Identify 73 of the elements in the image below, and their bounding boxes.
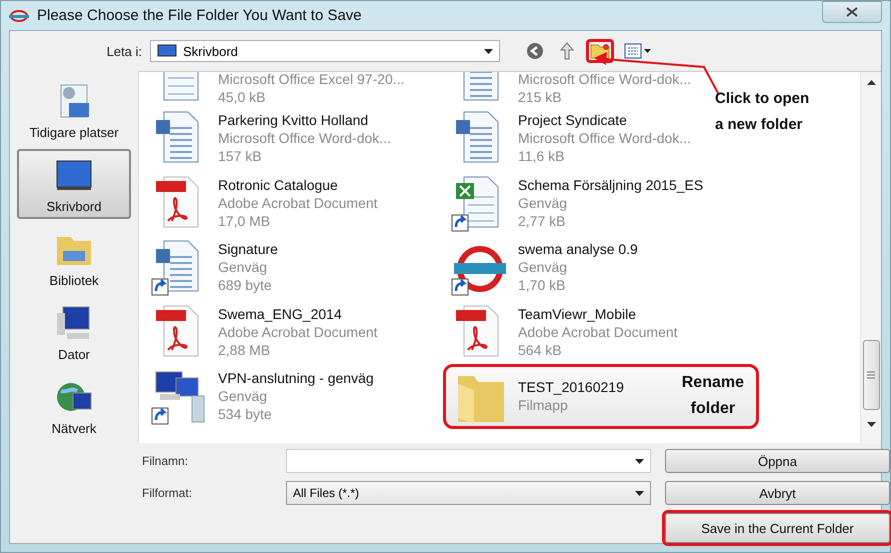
file-type: Microsoft Office Word-dok...	[518, 129, 691, 148]
sidebar-item[interactable]: Tidigare platser	[17, 75, 131, 145]
file-size: 534 byte	[218, 405, 273, 424]
annotation-text: Rename folder	[682, 373, 744, 420]
filename-label: Filnamn:	[142, 454, 190, 468]
file-item[interactable]: VPN-anslutning - genväg Genväg 534 byte	[143, 364, 381, 428]
file-item[interactable]: Signature Genväg 689 byte	[143, 235, 285, 300]
sidebar-item[interactable]: Bibliotek	[17, 223, 131, 293]
file-size: 1,70 kB	[518, 276, 566, 294]
file-item[interactable]: TeamViewr_Mobile Adobe Acrobat Document 564 kB	[443, 300, 685, 364]
open-button[interactable]: Öppna	[665, 449, 890, 473]
file-name: TEST_20160219	[518, 378, 624, 396]
file-size: 564 kB	[518, 340, 563, 359]
file-type: Genväg	[518, 194, 568, 212]
file-size: 215 kB	[518, 88, 563, 106]
file-item[interactable]: Schema Försäljning 2015_ES Genväg 2,77 kB	[443, 170, 710, 235]
file-type: Adobe Acrobat Document	[518, 322, 678, 341]
file-type: Genväg	[218, 258, 268, 276]
file-item[interactable]: Swema_ENG_2014 Adobe Acrobat Document 2,88 MB	[143, 300, 385, 364]
close-icon	[846, 6, 858, 16]
close-button[interactable]	[822, 0, 882, 22]
dropdown-caret-icon	[635, 458, 644, 464]
file-type: Microsoft Office Word-dok...	[218, 129, 391, 148]
file-type: Genväg	[218, 387, 268, 406]
dropdown-caret-icon	[484, 48, 493, 54]
cancel-button[interactable]: Avbryt	[665, 481, 890, 505]
file-size: 11,6 kB	[518, 147, 566, 166]
file-type: Microsoft Office Excel 97-20...	[218, 72, 404, 88]
location-dropdown[interactable]: Skrivbord	[150, 40, 500, 62]
file-name: VPN-anslutning - genväg	[218, 369, 374, 388]
grip-icon	[867, 371, 875, 379]
file-item[interactable]: Project Syndicate Microsoft Office Word-dok... 11,6 kB	[443, 106, 698, 170]
filename-field[interactable]	[286, 449, 651, 473]
file-type: Adobe Acrobat Document	[218, 194, 378, 212]
file-size: 2,88 MB	[218, 340, 272, 359]
file-name: swema analyse 0.9	[518, 240, 638, 258]
scroll-down-icon	[866, 422, 876, 427]
sidebar-item[interactable]: Nätverk	[17, 371, 131, 441]
annotation-text: Click to open a new folder	[715, 89, 810, 135]
file-item[interactable]: TEST_20160219 Filmapp Rename folder	[443, 364, 759, 428]
sidebar-item[interactable]: Dator	[17, 297, 131, 367]
file-type: Filmapp	[518, 396, 569, 414]
file-name: Parkering Kvitto Holland	[218, 111, 370, 130]
file-format-dropdown[interactable]: All Files (*.*)	[286, 481, 651, 505]
save-button[interactable]: Save in the Current Folder	[665, 513, 890, 543]
file-size: 689 byte	[218, 276, 273, 294]
grid-view-icon	[624, 43, 652, 59]
file-name: Schema Försäljning 2015_ES	[518, 176, 704, 194]
file-item[interactable]: Parkering Kvitto Holland Microsoft Office Word-dok... 157 kB	[143, 106, 398, 170]
file-name: Project Syndicate	[518, 111, 628, 130]
file-size: 45,0 kB	[218, 88, 266, 106]
monitor-icon	[157, 44, 177, 58]
file-size: 17,0 MB	[218, 212, 272, 230]
file-item[interactable]: swema analyse 0.9 Genväg 1,70 kB	[443, 235, 645, 300]
file-name: TeamViewr_Mobile	[518, 304, 638, 323]
app-logo-icon	[9, 10, 29, 22]
file-name: Swema_ENG_2014	[218, 304, 343, 323]
file-format-label: Filformat:	[142, 486, 194, 500]
file-item[interactable]: Rotronic Catalogue Adobe Acrobat Document 17,0 MB	[143, 170, 385, 235]
file-size: 157 kB	[218, 147, 263, 166]
file-name: Signature	[218, 240, 278, 258]
file-type: Microsoft Office Word-dok...	[518, 72, 691, 88]
up-arrow-icon	[558, 42, 576, 60]
scrollbar[interactable]	[860, 72, 881, 443]
window-title: Please Choose the File Folder You Want to Save	[37, 7, 363, 24]
file-type: Genväg	[518, 258, 568, 276]
sidebar-item[interactable]: Skrivbord	[17, 149, 131, 219]
file-name: Rotronic Catalogue	[218, 176, 339, 194]
scroll-up-icon	[866, 80, 876, 85]
file-size: 2,77 kB	[518, 212, 566, 230]
look-in-label: Leta i:	[106, 44, 143, 58]
file-type: Adobe Acrobat Document	[218, 322, 378, 341]
dropdown-caret-icon	[635, 490, 644, 496]
